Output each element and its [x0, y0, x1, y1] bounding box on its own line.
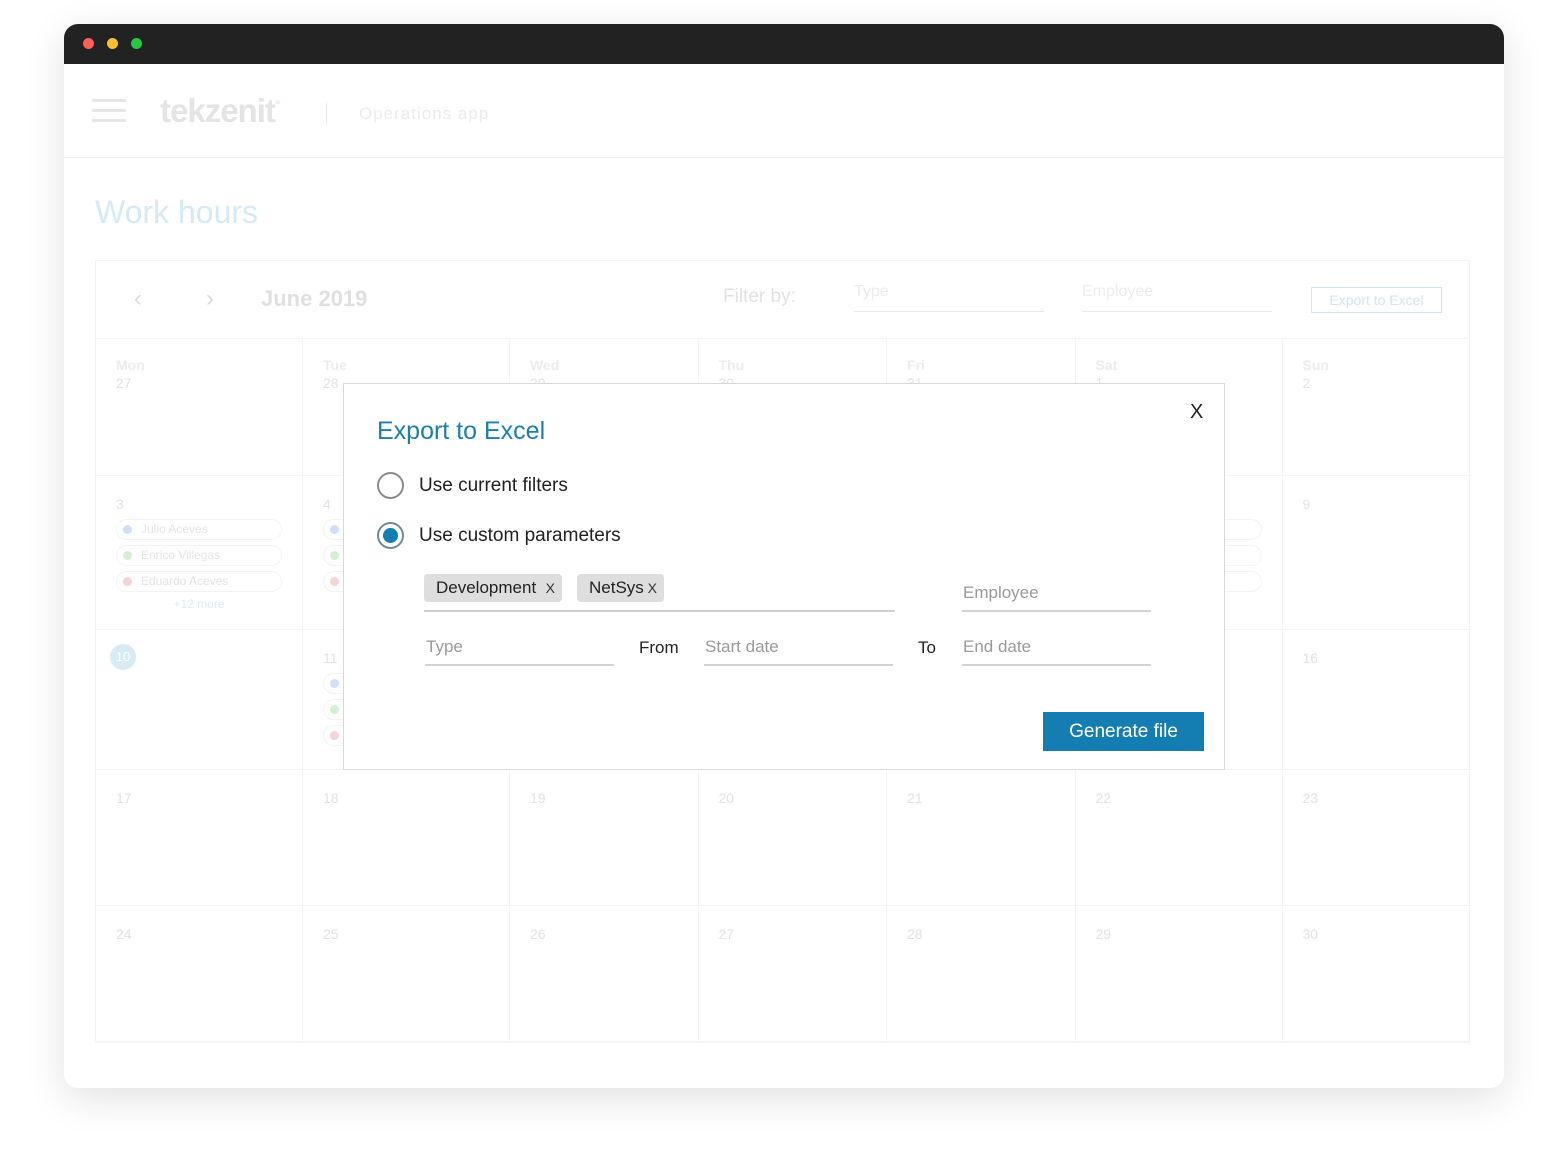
- menu-icon[interactable]: [92, 99, 126, 123]
- generate-file-button[interactable]: Generate file: [1043, 712, 1204, 751]
- day-cell[interactable]: 25: [303, 906, 510, 1043]
- page-title: Work hours: [95, 194, 259, 230]
- day-cell[interactable]: 3 Julio Aceves Enrico Villegas Eduardo A…: [96, 475, 303, 630]
- entry-chip[interactable]: Enrico Villegas: [116, 544, 282, 566]
- day-number: 27: [718, 926, 735, 943]
- today-marker: 10: [110, 643, 136, 670]
- weekday-label: Mon: [116, 357, 145, 373]
- custom-parameters-label[interactable]: Use custom parameters: [419, 525, 621, 547]
- day-cell[interactable]: 16: [1282, 630, 1471, 770]
- employee-filter-input[interactable]: Employee: [1082, 283, 1272, 312]
- employee-input[interactable]: Employee: [962, 582, 1151, 612]
- weekday-label: Wed: [530, 357, 560, 373]
- logo: tekzenit°: [160, 92, 280, 129]
- entry-list: Julio Aceves Enrico Villegas Eduardo Ace…: [116, 518, 282, 611]
- day-number: 16: [1302, 649, 1319, 666]
- maximize-window-button[interactable]: [131, 38, 142, 49]
- app-name: Operations app: [359, 104, 490, 123]
- day-number: 19: [530, 789, 546, 806]
- day-cell[interactable]: 23: [1282, 770, 1471, 907]
- current-filters-label[interactable]: Use current filters: [419, 475, 568, 497]
- day-cell[interactable]: Mon 27: [96, 339, 303, 476]
- weekday-label: Thu: [718, 357, 745, 373]
- tag-development: Development X: [424, 574, 562, 602]
- window-titlebar: [64, 24, 1504, 64]
- remove-tag-icon[interactable]: X: [546, 574, 555, 602]
- day-number: 27: [116, 375, 132, 391]
- day-number: 21: [907, 789, 923, 806]
- day-cell[interactable]: 26: [510, 906, 699, 1043]
- divider: [326, 102, 327, 124]
- day-number: 25: [323, 926, 339, 943]
- day-number: 18: [323, 789, 339, 806]
- day-number: 26: [530, 926, 546, 943]
- start-date-input[interactable]: Start date: [704, 636, 893, 666]
- day-cell[interactable]: 20: [698, 769, 887, 907]
- current-filters-radio[interactable]: [377, 472, 404, 499]
- close-icon[interactable]: X: [1190, 401, 1203, 424]
- day-cell[interactable]: 9: [1282, 476, 1471, 630]
- type-input[interactable]: Type: [425, 636, 614, 666]
- day-number: 17: [116, 789, 132, 806]
- day-cell[interactable]: Sun 2: [1282, 339, 1471, 476]
- month-label: June 2019: [261, 286, 368, 311]
- day-cell[interactable]: 17: [96, 769, 303, 907]
- tag-netsys: NetSys X: [577, 574, 664, 602]
- chevron-right-icon[interactable]: ›: [206, 285, 214, 313]
- day-number: 28: [907, 926, 923, 943]
- calendar-header: ‹ › June 2019 Filter by: Type Employee E…: [96, 261, 1469, 339]
- day-number: 20: [718, 789, 735, 806]
- type-filter-input[interactable]: Type: [854, 283, 1044, 312]
- dialog-title: Export to Excel: [377, 417, 546, 445]
- close-window-button[interactable]: [83, 38, 94, 49]
- day-number: 9: [1302, 495, 1311, 512]
- day-cell[interactable]: 30: [1282, 906, 1471, 1043]
- entry-chip[interactable]: Eduardo Aceves: [116, 570, 282, 592]
- day-number: 22: [1095, 789, 1112, 806]
- export-to-excel-button[interactable]: Export to Excel: [1311, 287, 1442, 313]
- day-number: 29: [1095, 926, 1112, 943]
- day-number: 24: [116, 926, 132, 943]
- day-cell[interactable]: 21: [887, 769, 1076, 907]
- day-cell[interactable]: 22: [1075, 769, 1283, 907]
- weekday-label: Sun: [1302, 357, 1329, 373]
- end-date-input[interactable]: End date: [962, 636, 1151, 666]
- minimize-window-button[interactable]: [107, 38, 118, 49]
- weekday-label: Fri: [907, 357, 925, 373]
- to-label: To: [918, 638, 936, 657]
- export-dialog: Export to Excel X Use current filters Us…: [343, 383, 1225, 770]
- day-cell[interactable]: 10: [96, 629, 303, 770]
- day-number: 2: [1302, 375, 1311, 391]
- day-cell[interactable]: 18: [303, 769, 510, 907]
- more-link[interactable]: +12 more: [116, 597, 282, 611]
- day-cell[interactable]: 27: [698, 906, 887, 1043]
- day-cell[interactable]: 29: [1075, 906, 1283, 1043]
- day-cell[interactable]: 28: [887, 906, 1076, 1043]
- day-number: 30: [1302, 926, 1319, 943]
- weekday-label: Sat: [1095, 357, 1118, 373]
- day-cell[interactable]: 19: [510, 769, 699, 907]
- chevron-left-icon[interactable]: ‹: [134, 285, 142, 313]
- weekday-label: Tue: [323, 357, 347, 373]
- remove-tag-icon[interactable]: X: [648, 574, 657, 602]
- top-nav: tekzenit° Operations app: [64, 64, 1504, 158]
- department-tag-input[interactable]: Development X NetSys X: [424, 572, 895, 612]
- from-label: From: [639, 638, 679, 657]
- custom-parameters-radio[interactable]: [377, 522, 404, 549]
- day-number: 3: [116, 495, 124, 512]
- filter-label: Filter by:: [723, 286, 796, 307]
- day-cell[interactable]: 24: [96, 906, 303, 1043]
- day-number: 23: [1302, 789, 1319, 806]
- entry-chip[interactable]: Julio Aceves: [116, 518, 282, 540]
